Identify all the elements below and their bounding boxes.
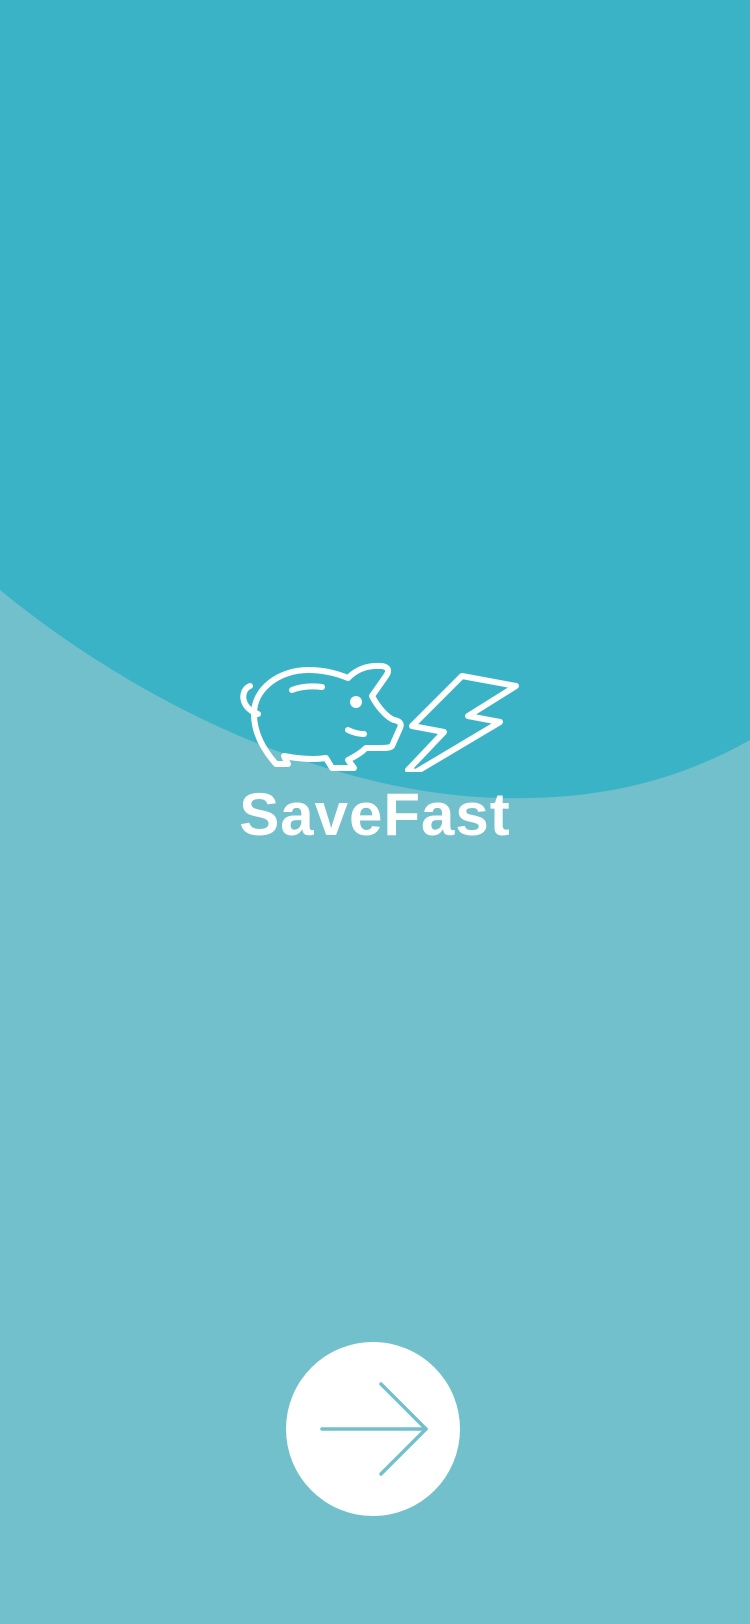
piggy-eye xyxy=(350,696,362,708)
lightning-bolt-icon xyxy=(405,673,519,772)
app-name: SaveFast xyxy=(239,781,511,848)
savefast-logo xyxy=(240,662,519,772)
splash-screen: SaveFast xyxy=(0,0,750,1624)
piggy-bank-icon xyxy=(240,662,404,771)
next-button[interactable] xyxy=(286,1342,460,1516)
arrow-right-icon xyxy=(320,1382,428,1476)
